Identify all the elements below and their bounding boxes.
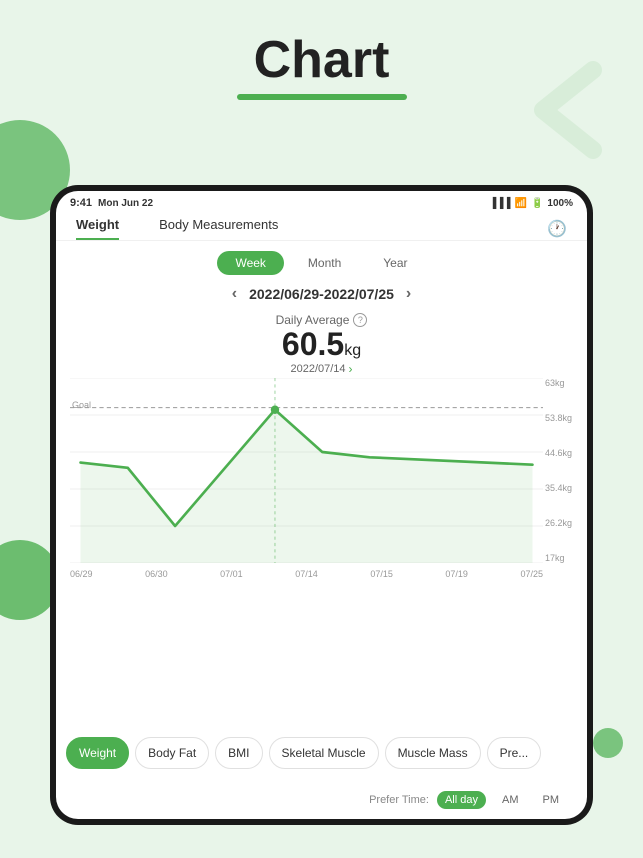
x-label-4: 07/15 <box>370 569 393 579</box>
chart-x-labels: 06/29 06/30 07/01 07/14 07/15 07/19 07/2… <box>70 569 543 579</box>
daily-avg-value: 60.5kg <box>56 327 587 362</box>
device-screen: 9:41 Mon Jun 22 ▐▐▐ 📶 🔋 100% Weight Body… <box>56 191 587 819</box>
x-label-2: 07/01 <box>220 569 243 579</box>
device-frame: 9:41 Mon Jun 22 ▐▐▐ 📶 🔋 100% Weight Body… <box>50 185 593 825</box>
wifi-icon: 📶 <box>515 198 527 209</box>
metric-skeletal-muscle[interactable]: Skeletal Muscle <box>269 737 379 769</box>
prefer-am[interactable]: AM <box>494 791 527 809</box>
tab-bar: Weight Body Measurements 🕐 <box>56 211 587 241</box>
x-label-5: 07/19 <box>445 569 468 579</box>
metric-bmi[interactable]: BMI <box>215 737 262 769</box>
metric-pre[interactable]: Pre... <box>487 737 542 769</box>
status-date: Mon Jun 22 <box>98 198 153 209</box>
prefer-pm[interactable]: PM <box>535 791 568 809</box>
metric-body-fat[interactable]: Body Fat <box>135 737 209 769</box>
period-month[interactable]: Month <box>290 251 359 275</box>
y-label-4: 26.2kg <box>545 518 571 528</box>
metric-muscle-mass[interactable]: Muscle Mass <box>385 737 481 769</box>
chart-y-labels: 63kg 53.8kg 44.6kg 35.4kg 26.2kg 17kg <box>543 378 573 563</box>
prefer-time-bar: Prefer Time: All day AM PM <box>56 791 587 809</box>
tab-body-measurements[interactable]: Body Measurements <box>159 217 278 240</box>
x-label-6: 07/25 <box>520 569 543 579</box>
x-label-1: 06/30 <box>145 569 168 579</box>
page-title: Chart <box>0 0 643 90</box>
daily-average: Daily Average ? 60.5kg 2022/07/14 › <box>56 307 587 378</box>
x-label-0: 06/29 <box>70 569 93 579</box>
metric-weight[interactable]: Weight <box>66 737 129 769</box>
y-label-0: 63kg <box>545 378 571 388</box>
prefer-time-label: Prefer Time: <box>369 794 429 806</box>
prefer-allday[interactable]: All day <box>437 791 486 809</box>
y-label-1: 53.8kg <box>545 413 571 423</box>
chart-goal-label: Goal <box>72 400 91 410</box>
battery-icon: 🔋 <box>531 198 543 209</box>
metric-tabs: Weight Body Fat BMI Skeletal Muscle Musc… <box>56 729 587 777</box>
next-date-button[interactable]: › <box>406 285 411 303</box>
chart-svg <box>70 378 543 563</box>
tab-weight[interactable]: Weight <box>76 217 119 240</box>
title-underline <box>237 94 407 100</box>
y-label-5: 17kg <box>545 553 571 563</box>
period-year[interactable]: Year <box>365 251 425 275</box>
chart-area: Goal 63kg 53.8kg 44.6kg 35.4kg 26.2kg 17… <box>70 378 573 563</box>
status-icons: ▐▐▐ 📶 🔋 100% <box>489 198 573 209</box>
y-label-2: 44.6kg <box>545 448 571 458</box>
status-bar: 9:41 Mon Jun 22 ▐▐▐ 📶 🔋 100% <box>56 191 587 211</box>
status-time: 9:41 <box>70 197 92 209</box>
bg-circle-bottom-right <box>593 728 623 758</box>
date-range: ‹ 2022/06/29-2022/07/25 › <box>56 281 587 307</box>
tab-buttons: Weight Body Measurements <box>76 217 278 240</box>
daily-avg-date[interactable]: 2022/07/14 › <box>56 362 587 376</box>
x-label-3: 07/14 <box>295 569 318 579</box>
daily-avg-label: Daily Average ? <box>56 313 587 327</box>
history-icon[interactable]: 🕐 <box>547 219 567 239</box>
y-label-3: 35.4kg <box>545 483 571 493</box>
date-range-value: 2022/06/29-2022/07/25 <box>249 286 394 302</box>
signal-icon: ▐▐▐ <box>489 198 510 209</box>
period-week[interactable]: Week <box>217 251 283 275</box>
battery-percent: 100% <box>547 198 573 209</box>
prev-date-button[interactable]: ‹ <box>232 285 237 303</box>
info-icon[interactable]: ? <box>353 313 367 327</box>
period-selector: Week Month Year <box>56 241 587 281</box>
